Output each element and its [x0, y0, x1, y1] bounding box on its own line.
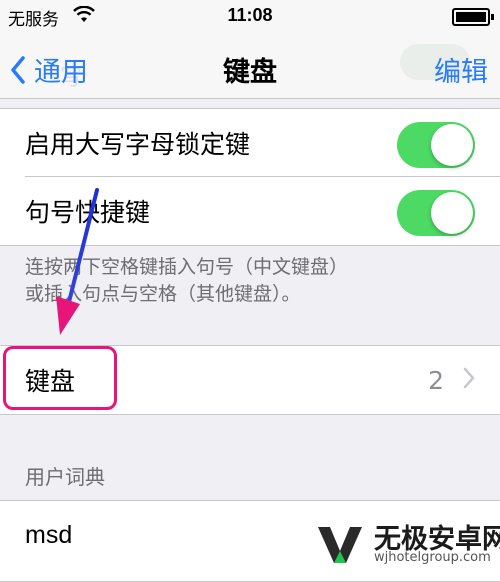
watermark-logo-icon — [318, 527, 362, 563]
annotation-arrow — [56, 188, 99, 335]
watermark: 无极安卓网 wjhotelgroup.com — [316, 515, 500, 567]
watermark-url: wjhotelgroup.com — [374, 550, 491, 565]
